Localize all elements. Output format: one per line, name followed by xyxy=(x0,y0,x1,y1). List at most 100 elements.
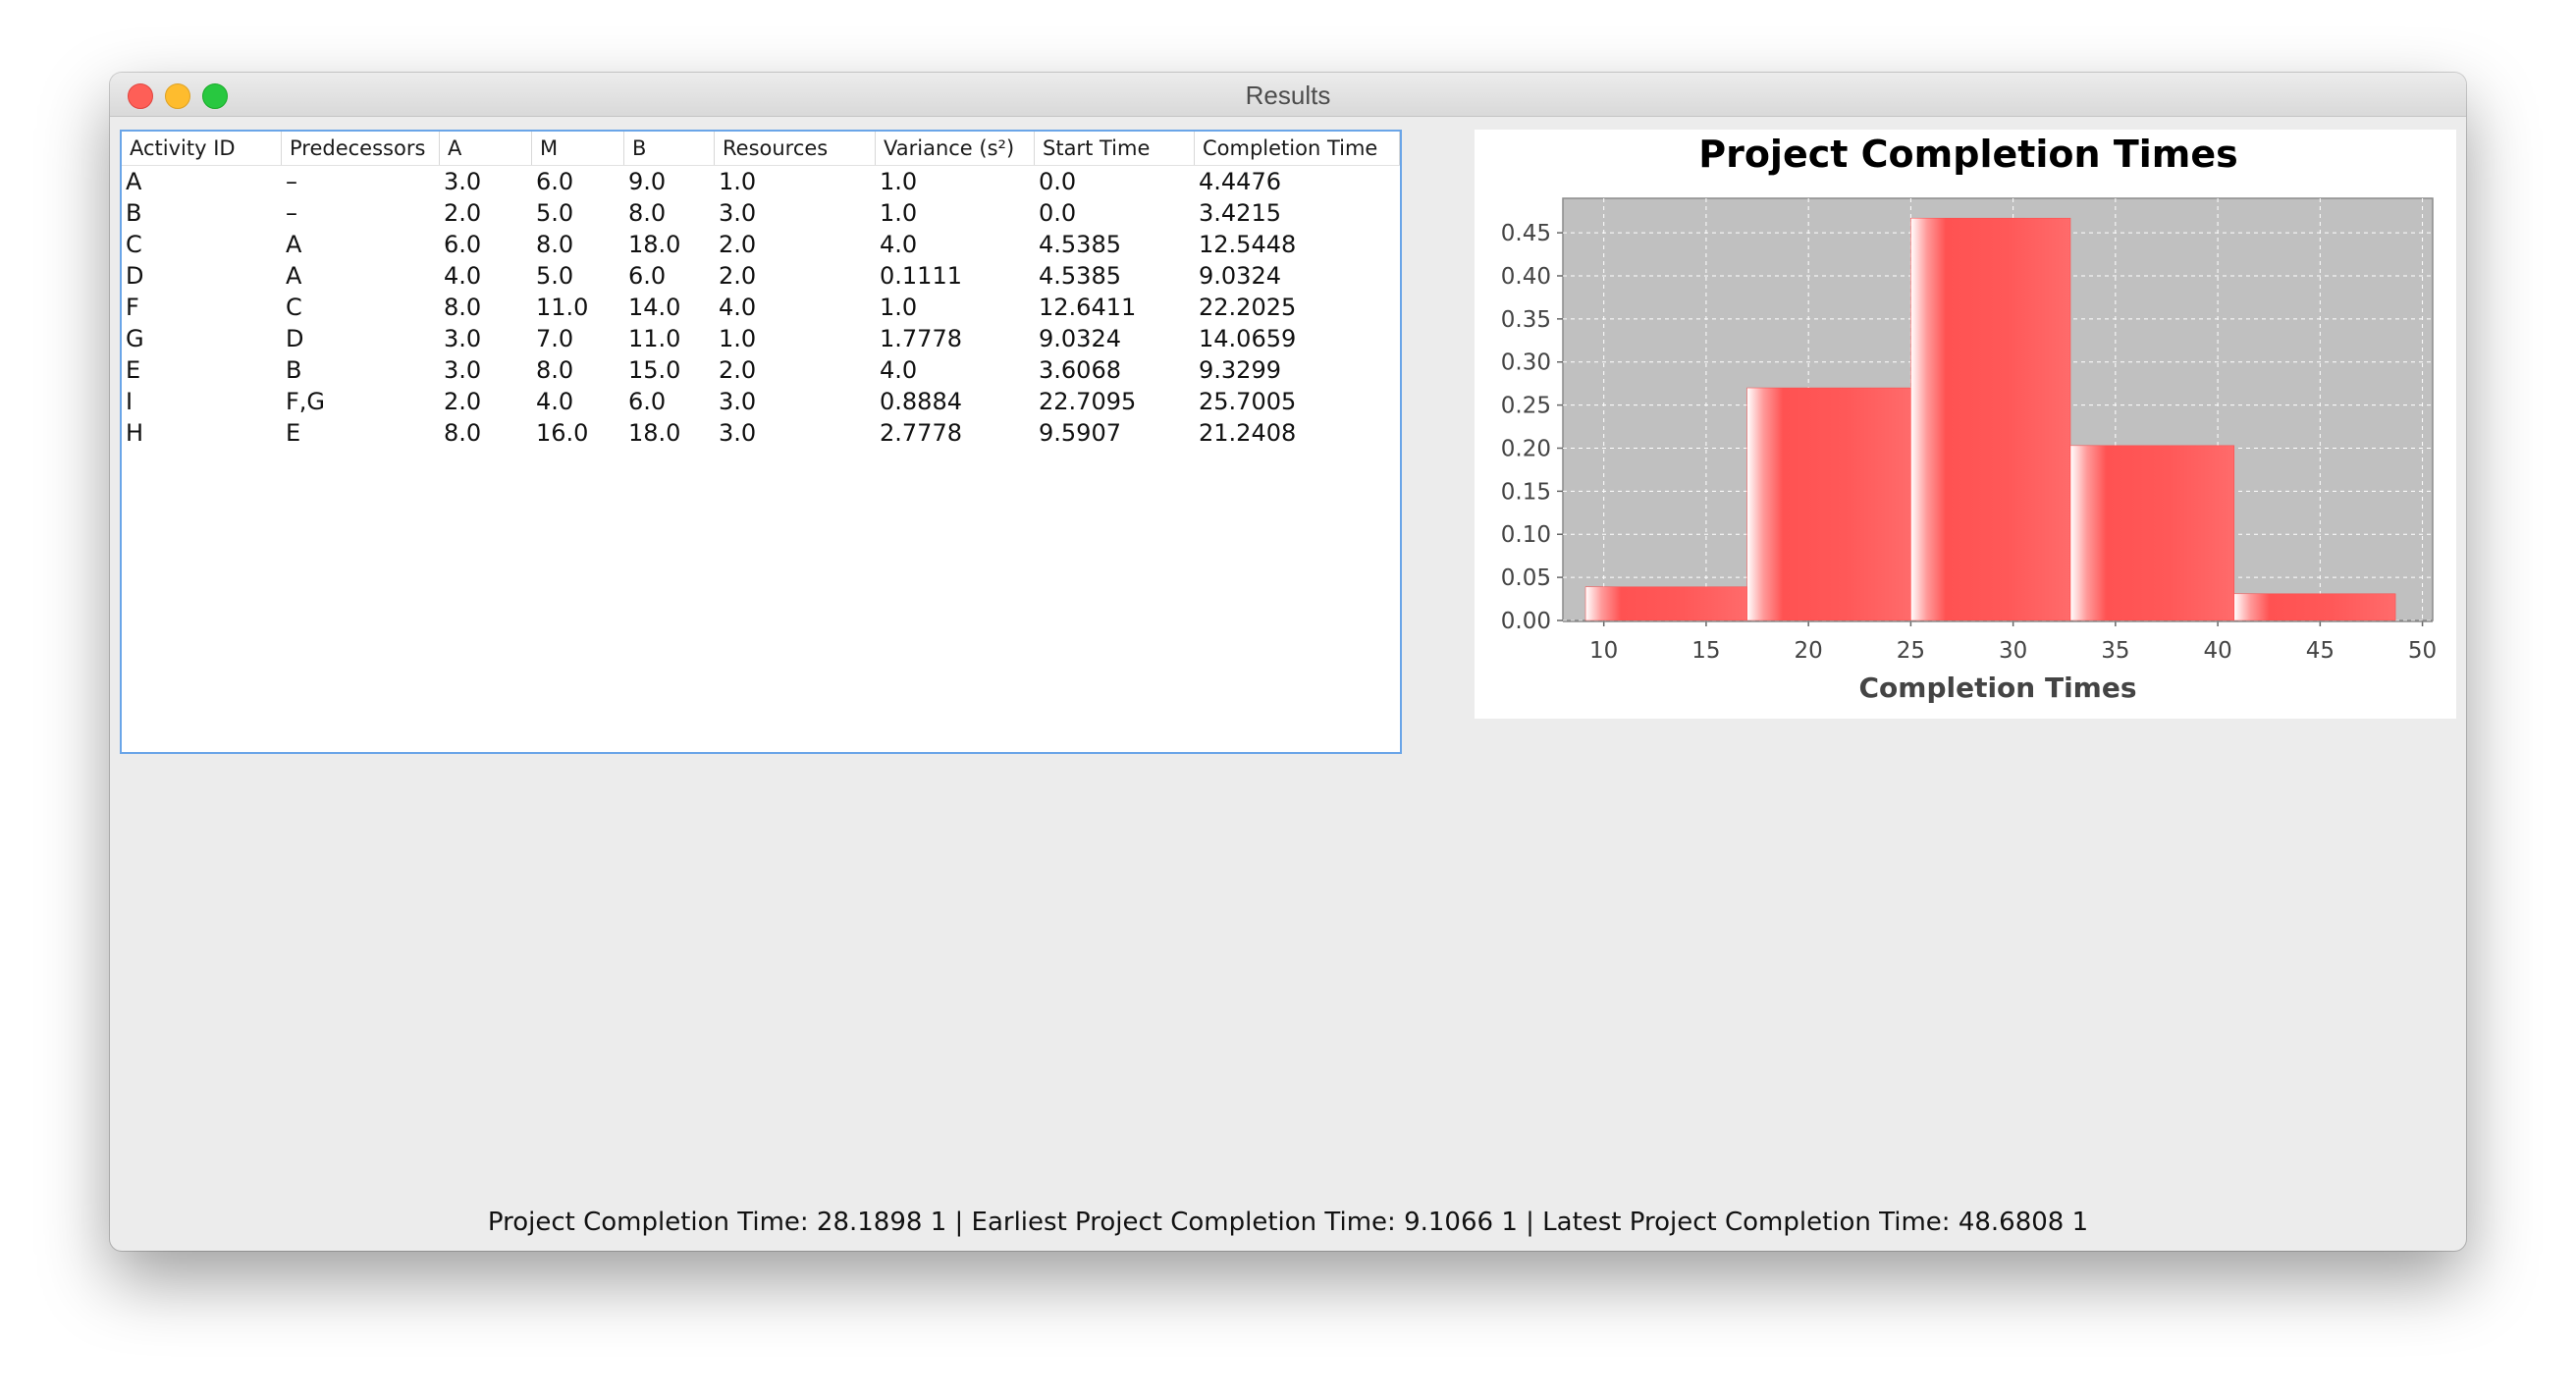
cell-variance: 4.0 xyxy=(880,356,918,384)
cell-resources: 2.0 xyxy=(719,231,757,258)
cell-m: 16.0 xyxy=(536,419,589,447)
y-tick-label: 0.35 xyxy=(1501,307,1551,333)
histogram-bar xyxy=(1910,217,2071,621)
cell-predecessors: – xyxy=(286,168,297,195)
column-header-a[interactable]: A xyxy=(440,132,532,165)
cell-activity-id: F xyxy=(126,294,139,321)
cell-variance: 1.7778 xyxy=(880,325,962,352)
cell-predecessors: B xyxy=(286,356,302,384)
cell-b: 18.0 xyxy=(628,419,681,447)
cell-activity-id: I xyxy=(126,388,134,415)
cell-b: 14.0 xyxy=(628,294,681,321)
x-tick-label: 25 xyxy=(1897,638,1925,664)
cell-a: 8.0 xyxy=(444,419,482,447)
x-tick-label: 45 xyxy=(2306,638,2334,664)
cell-start-time: 22.7095 xyxy=(1039,388,1137,415)
cell-a: 8.0 xyxy=(444,294,482,321)
cell-completion-time: 12.5448 xyxy=(1199,231,1297,258)
cell-variance: 2.7778 xyxy=(880,419,962,447)
table-row[interactable]: F C 8.0 11.0 14.0 4.0 1.0 12.6411 22.2025 xyxy=(122,292,1400,323)
cell-resources: 3.0 xyxy=(719,199,757,227)
column-header-activity-id[interactable]: Activity ID xyxy=(122,132,282,165)
x-axis-label: Completion Times xyxy=(1858,672,2136,704)
table-row[interactable]: C A 6.0 8.0 18.0 2.0 4.0 4.5385 12.5448 xyxy=(122,229,1400,260)
cell-completion-time: 22.2025 xyxy=(1199,294,1297,321)
cell-b: 6.0 xyxy=(628,262,667,290)
cell-resources: 2.0 xyxy=(719,356,757,384)
activity-table[interactable]: Activity ID Predecessors A M B Resources Varia… xyxy=(120,130,1402,754)
x-tick-label: 40 xyxy=(2203,638,2231,664)
cell-a: 4.0 xyxy=(444,262,482,290)
table-row[interactable]: E B 3.0 8.0 15.0 2.0 4.0 3.6068 9.3299 xyxy=(122,354,1400,386)
table-row[interactable]: A – 3.0 6.0 9.0 1.0 1.0 0.0 4.4476 xyxy=(122,166,1400,197)
x-tick-label: 35 xyxy=(2101,638,2129,664)
x-tick-label: 30 xyxy=(1999,638,2027,664)
cell-b: 15.0 xyxy=(628,356,681,384)
title-bar[interactable]: Results xyxy=(110,73,2466,117)
column-header-m[interactable]: M xyxy=(532,132,624,165)
cell-activity-id: B xyxy=(126,199,142,227)
cell-b: 9.0 xyxy=(628,168,667,195)
cell-activity-id: D xyxy=(126,262,144,290)
y-tick-label: 0.05 xyxy=(1501,565,1551,591)
cell-m: 5.0 xyxy=(536,262,574,290)
cell-completion-time: 3.4215 xyxy=(1199,199,1281,227)
table-row[interactable]: I F,G 2.0 4.0 6.0 3.0 0.8884 22.7095 25.7005 xyxy=(122,386,1400,417)
column-header-b[interactable]: B xyxy=(624,132,715,165)
results-window: Results Activity ID Predecessors A M B Resour… xyxy=(110,73,2466,1251)
cell-predecessors: A xyxy=(286,262,302,290)
table-header: Activity ID Predecessors A M B Resources Varia… xyxy=(122,132,1400,166)
column-header-predecessors[interactable]: Predecessors xyxy=(282,132,440,165)
column-header-variance[interactable]: Variance (s²) xyxy=(876,132,1035,165)
cell-completion-time: 9.0324 xyxy=(1199,262,1281,290)
histogram-bar xyxy=(2069,445,2235,621)
chart-title: Project Completion Times xyxy=(1698,133,2238,176)
cell-m: 6.0 xyxy=(536,168,574,195)
cell-activity-id: C xyxy=(126,231,142,258)
cell-m: 4.0 xyxy=(536,388,574,415)
cell-b: 8.0 xyxy=(628,199,667,227)
cell-predecessors: A xyxy=(286,231,302,258)
y-tick-label: 0.20 xyxy=(1501,436,1551,461)
completion-histogram: Project Completion Times 0.00 0.05 0.10 0.15… xyxy=(1501,133,2437,704)
x-tick-label: 15 xyxy=(1691,638,1720,664)
column-header-completion-time[interactable]: Completion Time xyxy=(1195,132,1400,165)
cell-start-time: 3.6068 xyxy=(1039,356,1121,384)
cell-predecessors: C xyxy=(286,294,302,321)
cell-a: 2.0 xyxy=(444,199,482,227)
cell-resources: 4.0 xyxy=(719,294,757,321)
x-tick-label: 50 xyxy=(2408,638,2437,664)
cell-resources: 3.0 xyxy=(719,419,757,447)
cell-activity-id: H xyxy=(126,419,144,447)
cell-a: 6.0 xyxy=(444,231,482,258)
table-row[interactable]: D A 4.0 5.0 6.0 2.0 0.1111 4.5385 9.0324 xyxy=(122,260,1400,292)
table-row[interactable]: G D 3.0 7.0 11.0 1.0 1.7778 9.0324 14.0659 xyxy=(122,323,1400,354)
column-header-start-time[interactable]: Start Time xyxy=(1035,132,1195,165)
cell-a: 3.0 xyxy=(444,325,482,352)
cell-variance: 0.1111 xyxy=(880,262,962,290)
cell-start-time: 9.5907 xyxy=(1039,419,1121,447)
cell-activity-id: A xyxy=(126,168,142,195)
table-row[interactable]: H E 8.0 16.0 18.0 3.0 2.7778 9.5907 21.2408 xyxy=(122,417,1400,449)
cell-activity-id: G xyxy=(126,325,144,352)
cell-start-time: 9.0324 xyxy=(1039,325,1121,352)
cell-variance: 1.0 xyxy=(880,294,918,321)
cell-resources: 2.0 xyxy=(719,262,757,290)
table-body: A – 3.0 6.0 9.0 1.0 1.0 0.0 4.4476 B – 2.0 5.0 8.0 3.0… xyxy=(122,166,1400,449)
x-tick-label: 20 xyxy=(1795,638,1823,664)
cell-completion-time: 14.0659 xyxy=(1199,325,1297,352)
y-tick-label: 0.10 xyxy=(1501,522,1551,548)
cell-resources: 3.0 xyxy=(719,388,757,415)
cell-variance: 0.8884 xyxy=(880,388,962,415)
histogram-bar xyxy=(1746,387,1911,621)
column-header-resources[interactable]: Resources xyxy=(715,132,876,165)
y-tick-label: 0.40 xyxy=(1501,264,1551,290)
y-tick-label: 0.15 xyxy=(1501,479,1551,505)
table-row[interactable]: B – 2.0 5.0 8.0 3.0 1.0 0.0 3.4215 xyxy=(122,197,1400,229)
cell-start-time: 4.5385 xyxy=(1039,262,1121,290)
cell-variance: 1.0 xyxy=(880,168,918,195)
cell-m: 5.0 xyxy=(536,199,574,227)
cell-start-time: 0.0 xyxy=(1039,168,1077,195)
cell-predecessors: F,G xyxy=(286,388,326,415)
cell-completion-time: 21.2408 xyxy=(1199,419,1297,447)
